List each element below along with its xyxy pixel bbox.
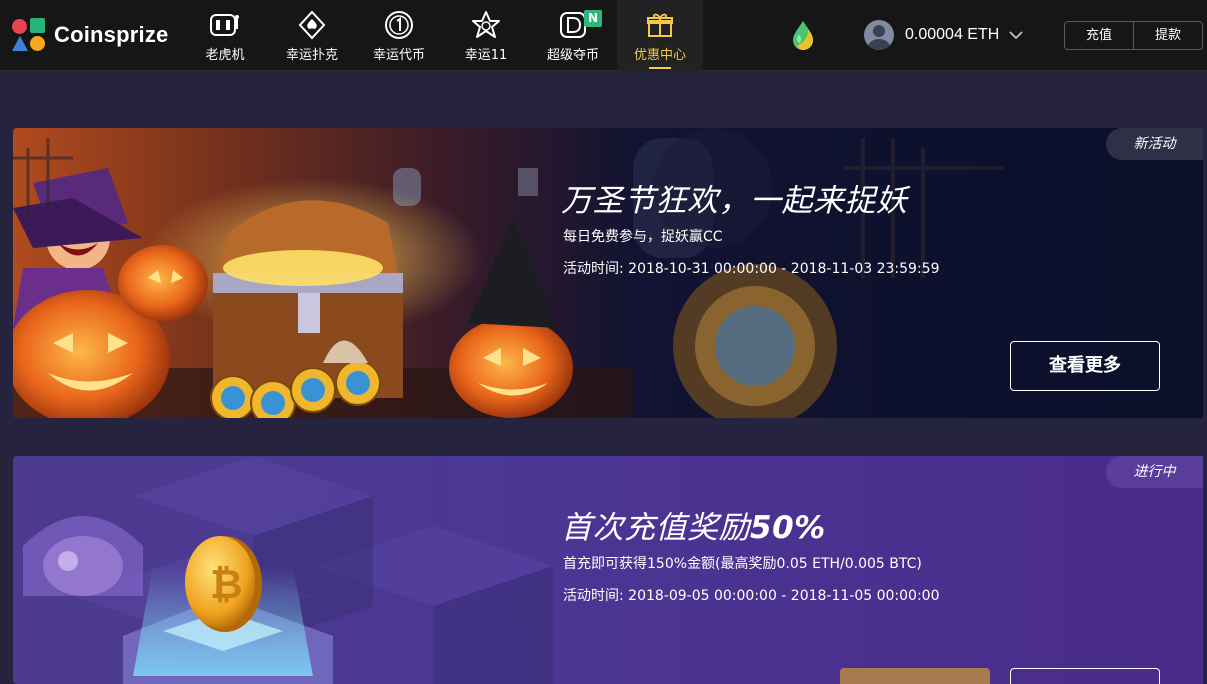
promotion-card-halloween: 新活动 万圣节狂欢，一起来捉妖 每日免费参与，捉妖赢CC 活动时间: 2018-… bbox=[13, 128, 1203, 418]
promotion-title: 首次充值奖励50% bbox=[561, 502, 826, 547]
status-badge: 进行中 bbox=[1106, 456, 1203, 488]
view-more-button[interactable]: 查看更多 bbox=[1010, 341, 1160, 391]
new-badge: N bbox=[584, 10, 602, 27]
promotion-title-text: 首次充值奖励 bbox=[561, 510, 750, 546]
star-icon bbox=[469, 10, 503, 40]
promotion-subtitle: 首充即可获得150%金额(最高奖励0.05 ETH/0.005 BTC) bbox=[563, 556, 922, 572]
deposit-button[interactable]: 充值 bbox=[1065, 22, 1133, 49]
account-menu[interactable]: 0.00004 ETH bbox=[864, 20, 1023, 50]
status-badge: 新活动 bbox=[1106, 128, 1203, 160]
participate-button[interactable] bbox=[840, 668, 990, 684]
nav-item-poker[interactable]: 幸运扑克 bbox=[269, 0, 355, 71]
nav-label: 幸运扑克 bbox=[285, 48, 338, 63]
wallet-balance: 0.00004 ETH bbox=[905, 26, 1000, 43]
promotion-title: 万圣节狂欢，一起来捉妖 bbox=[561, 183, 908, 219]
slot-machine-icon bbox=[208, 10, 242, 40]
nav-label: 老虎机 bbox=[205, 48, 245, 63]
withdraw-button[interactable]: 提款 bbox=[1133, 22, 1202, 49]
coin-1-icon bbox=[382, 10, 416, 40]
brand-name: Coinsprize bbox=[54, 22, 169, 47]
promotion-subtitle: 每日免费参与，捉妖赢CC bbox=[563, 229, 723, 245]
main-nav: 老虎机 幸运扑克 幸运代币 幸运11 N 超级夺币 优惠中心 bbox=[182, 0, 704, 71]
brand-logo[interactable]: Coinsprize bbox=[12, 18, 168, 52]
promotion-title-highlight: 50% bbox=[750, 510, 826, 546]
nav-item-slots[interactable]: 老虎机 bbox=[182, 0, 268, 71]
nav-item-lucky-11[interactable]: 幸运11 bbox=[443, 0, 529, 71]
avatar bbox=[864, 20, 894, 50]
nav-label: 超级夺币 bbox=[546, 48, 599, 63]
promotion-card-first-deposit: ₿ 进行中 首次充值奖励50% 首充即可获得150%金额(最高奖励0.05 ET… bbox=[13, 456, 1203, 684]
fund-button-group: 充值 提款 bbox=[1064, 21, 1203, 50]
droplet-icon[interactable] bbox=[789, 19, 817, 53]
nav-label: 幸运11 bbox=[464, 48, 508, 63]
nav-label: 优惠中心 bbox=[633, 48, 686, 63]
promotion-time: 活动时间: 2018-09-05 00:00:00 - 2018-11-05 0… bbox=[563, 588, 940, 604]
svg-text:₿: ₿ bbox=[210, 562, 243, 608]
nav-item-super-grab[interactable]: N 超级夺币 bbox=[530, 0, 616, 71]
nav-label: 幸运代币 bbox=[372, 48, 425, 63]
view-more-button[interactable] bbox=[1010, 668, 1160, 684]
logo-icon bbox=[12, 18, 46, 52]
top-navigation-bar: Coinsprize 老虎机 幸运扑克 幸运代币 幸运11 N 超级夺币 优惠中… bbox=[0, 0, 1207, 71]
nav-item-lucky-coin[interactable]: 幸运代币 bbox=[356, 0, 442, 71]
spade-icon bbox=[295, 10, 329, 40]
promotion-time: 活动时间: 2018-10-31 00:00:00 - 2018-11-03 2… bbox=[563, 261, 940, 277]
chevron-down-icon bbox=[1009, 31, 1023, 40]
gift-icon bbox=[643, 10, 677, 40]
nav-item-promotions[interactable]: 优惠中心 bbox=[617, 0, 703, 71]
